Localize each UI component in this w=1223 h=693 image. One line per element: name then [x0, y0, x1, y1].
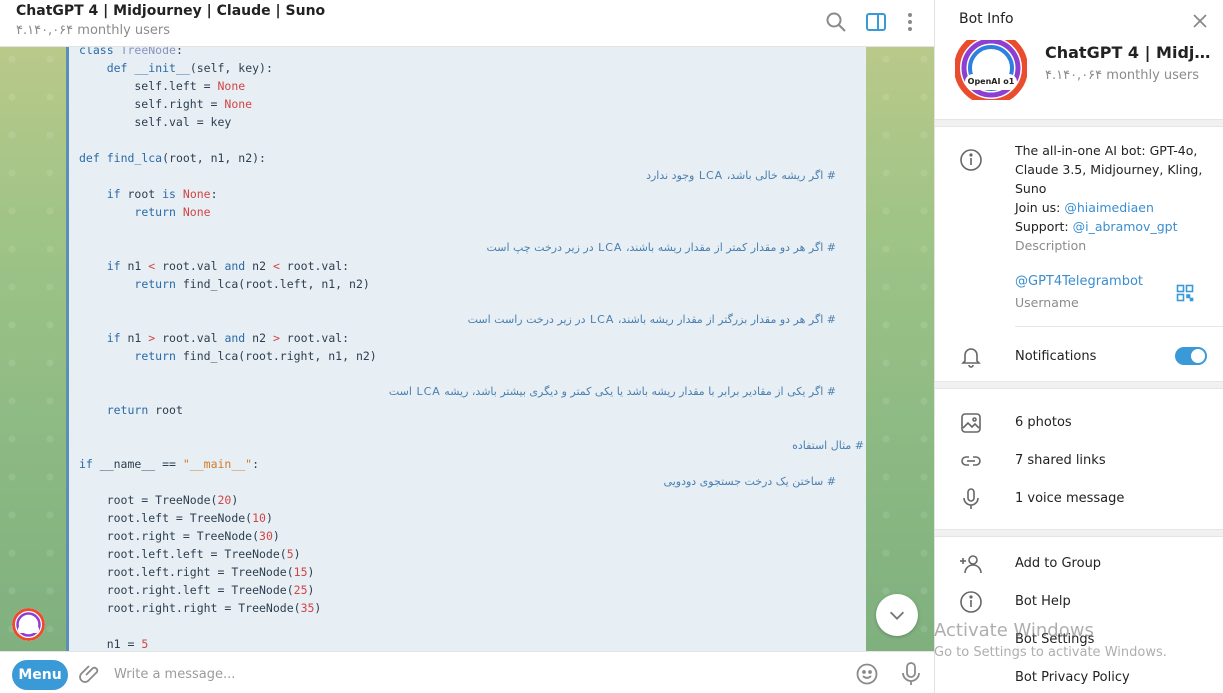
shared-links-item[interactable]: 7 shared links: [1015, 453, 1106, 468]
notifications-toggle[interactable]: [1175, 347, 1207, 365]
add-to-group-button[interactable]: Add to Group: [1015, 556, 1101, 571]
code-comment: # اگر ریشه خالی باشد، LCA وجود ندارد: [646, 169, 836, 182]
bot-description: The all-in-one AI bot: GPT-4o, Claude 3.…: [1015, 141, 1215, 255]
message-composer: Menu: [0, 651, 934, 693]
section-divider: [935, 529, 1223, 537]
microphone-icon: [959, 487, 983, 511]
add-user-icon: [959, 552, 983, 576]
code-line: n1 = 5: [79, 637, 149, 651]
code-comment: # اگر یکی از مقادیر برابر با مقدار ریشه …: [388, 385, 836, 398]
attach-icon[interactable]: [78, 662, 102, 686]
activate-windows-title: Activate Windows: [934, 620, 1094, 641]
code-line: root.left.left = TreeNode(5): [79, 547, 301, 561]
bot-name: ChatGPT 4 | Midjourney | Claude | Suno: [1045, 43, 1217, 62]
chevron-down-icon: [889, 611, 905, 620]
username-caption: Username: [1015, 295, 1079, 310]
section-divider: [935, 381, 1223, 389]
code-line: root.left = TreeNode(10): [79, 511, 273, 525]
code-line: root.right = TreeNode(30): [79, 529, 280, 543]
section-divider: [935, 119, 1223, 127]
support-line: Support: @i_abramov_gpt: [1015, 217, 1215, 236]
code-line: def __init__(self, key):: [106, 61, 273, 75]
notifications-label: Notifications: [1015, 349, 1097, 364]
bot-info-panel: Bot Info OpenAI o1 ChatGPT 4 | Midjourne…: [934, 0, 1223, 693]
chat-subtitle: ۴.۱۴۰,۰۶۴ monthly users: [16, 23, 171, 38]
divider-line: [1015, 326, 1223, 327]
code-line: return root: [106, 403, 183, 417]
bot-help-button[interactable]: Bot Help: [1015, 594, 1071, 609]
link-icon: [959, 449, 983, 473]
sidebar-toggle-icon[interactable]: [864, 10, 888, 34]
photos-icon: [959, 411, 983, 435]
code-comment: # مثال استفاده: [792, 439, 864, 452]
info-icon: [959, 148, 983, 172]
support-link[interactable]: @i_abramov_gpt: [1073, 219, 1178, 234]
username-link[interactable]: @GPT4Telegrambot: [1015, 274, 1143, 289]
activate-windows-subtitle: Go to Settings to activate Windows.: [934, 645, 1167, 660]
code-line: self.left = None: [79, 79, 246, 93]
more-options-icon[interactable]: [898, 10, 922, 34]
scroll-down-button[interactable]: [876, 594, 918, 636]
about-text: The all-in-one AI bot: GPT-4o, Claude 3.…: [1015, 143, 1203, 196]
code-content: class TreeNode: def __init__(self, key):…: [79, 47, 863, 651]
code-line: if n1 < root.val and n2 < root.val:: [106, 259, 350, 273]
close-icon[interactable]: [1191, 12, 1209, 30]
voice-messages-item[interactable]: 1 voice message: [1015, 491, 1124, 506]
chat-area: ChatGPT 4 | Midjourney | Claude | Suno ۴…: [0, 0, 934, 693]
code-line: return find_lca(root.right, n1, n2): [134, 349, 377, 363]
join-link[interactable]: @hiaimediaen: [1064, 200, 1154, 215]
code-line: return None: [134, 205, 211, 219]
help-icon: [959, 590, 983, 614]
code-line: if __name__ == "__main__":: [79, 457, 260, 471]
description-caption: Description: [1015, 238, 1087, 253]
code-comment: # اگر هر دو مقدار بزرگتر از مقدار ریشه ب…: [467, 313, 836, 326]
code-line: return find_lca(root.left, n1, n2): [134, 277, 370, 291]
avatar-label: OpenAI o1: [967, 77, 1015, 86]
panel-title: Bot Info: [959, 11, 1014, 27]
code-line: self.val = key: [79, 115, 232, 129]
bot-privacy-button[interactable]: Bot Privacy Policy: [1015, 670, 1130, 685]
code-line: if root is None:: [106, 187, 218, 201]
menu-button[interactable]: Menu: [12, 660, 68, 690]
code-line: root = TreeNode(20): [79, 493, 239, 507]
microphone-icon[interactable]: [900, 661, 922, 687]
join-line: Join us: @hiaimediaen: [1015, 198, 1215, 217]
qr-code-icon[interactable]: [1176, 284, 1194, 302]
emoji-icon[interactable]: [855, 662, 879, 686]
support-prefix: Support:: [1015, 219, 1073, 234]
code-line: root.right.left = TreeNode(25): [79, 583, 315, 597]
bot-avatar[interactable]: OpenAI o1: [955, 40, 1027, 100]
code-line: if n1 > root.val and n2 > root.val:: [106, 331, 350, 345]
bot-users: ۴.۱۴۰,۰۶۴ monthly users: [1045, 68, 1200, 83]
code-block[interactable]: class TreeNode: def __init__(self, key):…: [66, 47, 866, 651]
chat-title[interactable]: ChatGPT 4 | Midjourney | Claude | Suno: [16, 3, 325, 19]
code-line: self.right = None: [79, 97, 253, 111]
photos-item[interactable]: 6 photos: [1015, 415, 1072, 430]
code-comment: # ساختن یک درخت جستجوی دودویی: [663, 475, 836, 488]
bell-icon: [959, 344, 983, 368]
join-prefix: Join us:: [1015, 200, 1065, 215]
code-comment: # اگر هر دو مقدار کمتر از مقدار ریشه باش…: [486, 241, 836, 254]
chat-header[interactable]: ChatGPT 4 | Midjourney | Claude | Suno ۴…: [0, 0, 934, 47]
message-input[interactable]: [114, 661, 814, 687]
code-line: root.left.right = TreeNode(15): [79, 565, 315, 579]
bot-avatar-small[interactable]: [12, 608, 45, 641]
search-icon[interactable]: [824, 10, 848, 34]
code-line: root.right.right = TreeNode(35): [79, 601, 322, 615]
code-line: class TreeNode:: [79, 47, 183, 57]
code-line: def find_lca(root, n1, n2):: [79, 151, 266, 165]
